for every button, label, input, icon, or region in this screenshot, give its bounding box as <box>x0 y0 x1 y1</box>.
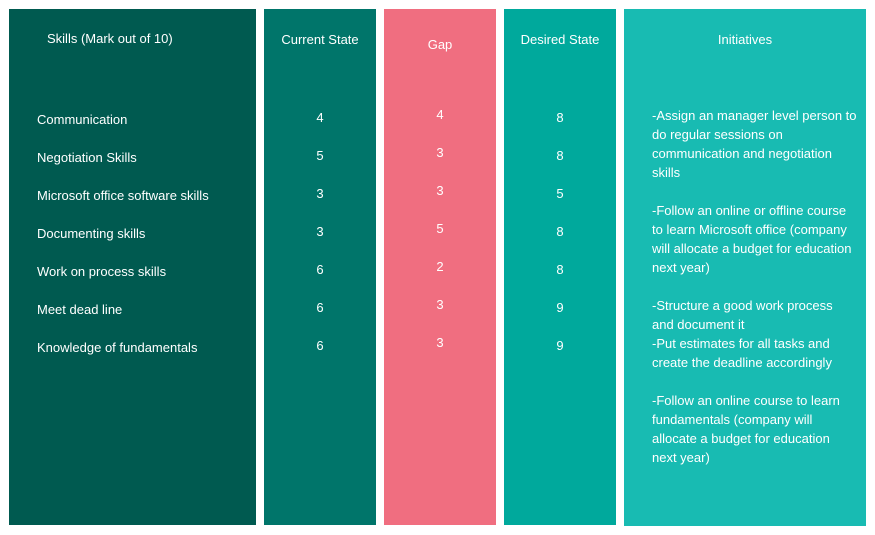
gap-column: Gap 4 3 3 5 2 3 3 <box>384 9 496 525</box>
desired-state-header: Desired State <box>520 32 600 47</box>
current-state-value: 3 <box>316 186 324 201</box>
gap-value: 3 <box>436 145 444 160</box>
current-state-header: Current State <box>281 32 359 47</box>
gap-value: 3 <box>436 297 444 312</box>
skill-label: Work on process skills <box>37 264 167 279</box>
skill-label: Negotiation Skills <box>37 150 137 165</box>
skills-column: Skills (Mark out of 10) Communication Neg… <box>9 9 256 525</box>
desired-state-value: 9 <box>556 338 564 353</box>
desired-state-value: 8 <box>556 110 564 125</box>
current-state-value: 5 <box>316 148 324 163</box>
gap-value: 3 <box>436 335 444 350</box>
current-state-value: 6 <box>316 262 324 277</box>
gap-header: Gap <box>427 37 453 52</box>
initiatives-column: Initiatives -Assign an manager level per… <box>624 9 866 526</box>
desired-state-value: 9 <box>556 300 564 315</box>
initiative-item: -Put estimates for all tasks and create … <box>652 336 832 370</box>
skill-label: Communication <box>37 112 128 127</box>
gap-value: 4 <box>436 107 444 122</box>
desired-state-value: 8 <box>556 224 564 239</box>
current-state-value: 4 <box>316 110 324 125</box>
skill-label: Knowledge of fundamentals <box>37 340 198 355</box>
desired-state-value: 8 <box>556 262 564 277</box>
current-state-value: 6 <box>316 338 324 353</box>
desired-state-value: 5 <box>556 186 564 201</box>
desired-state-column: Desired State 8 8 5 8 8 9 9 <box>504 9 616 525</box>
initiative-item: -Assign an manager level person to do re… <box>652 108 857 180</box>
skill-label: Meet dead line <box>37 302 123 317</box>
gap-value: 5 <box>436 221 444 236</box>
gap-value: 3 <box>436 183 444 198</box>
skill-label: Documenting skills <box>37 226 146 241</box>
initiative-item: -Follow an online course to learn fundam… <box>652 393 840 465</box>
current-state-value: 3 <box>316 224 324 239</box>
current-state-column: Current State 4 5 3 3 6 6 6 <box>264 9 376 525</box>
initiatives-list: -Assign an manager level person to do re… <box>652 106 857 467</box>
gap-value: 2 <box>436 259 444 274</box>
initiatives-header: Initiatives <box>717 32 773 47</box>
initiative-item: -Follow an online or offline course to l… <box>652 203 852 275</box>
current-state-value: 6 <box>316 300 324 315</box>
skills-header: Skills (Mark out of 10) <box>47 31 173 46</box>
skill-label: Microsoft office software skills <box>37 188 209 203</box>
initiative-item: -Structure a good work process and docum… <box>652 298 833 332</box>
desired-state-value: 8 <box>556 148 564 163</box>
